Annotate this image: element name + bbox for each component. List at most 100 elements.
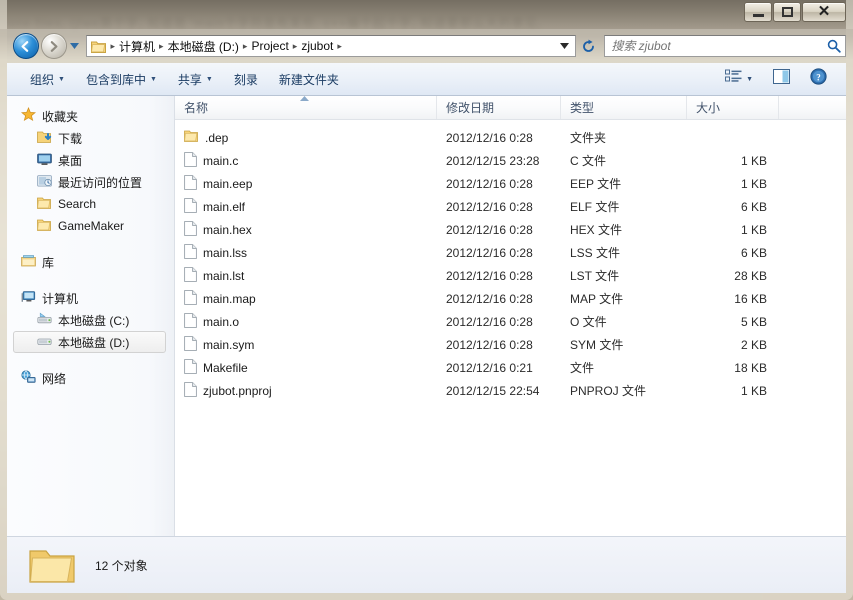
table-row[interactable]: zjubot.pnproj 2012/12/15 22:54 PNPROJ 文件 1 … bbox=[175, 379, 846, 402]
table-row[interactable]: main.c 2012/12/15 23:28 C 文件 1 KB bbox=[175, 149, 846, 172]
file-size-cell: 18 KB bbox=[734, 360, 767, 375]
sidebar-group-favorites[interactable]: 收藏夹 bbox=[7, 105, 174, 127]
file-date-cell: 2012/12/16 0:28 bbox=[446, 176, 533, 191]
address-bar[interactable]: ▸ 计算机 ▸ 本地磁盘 (D:) ▸ Project ▸ zjubot ▸ bbox=[85, 35, 576, 57]
system-drive-icon bbox=[37, 312, 52, 329]
window-controls: ✕ bbox=[744, 2, 846, 22]
star-icon bbox=[20, 106, 37, 125]
table-row[interactable]: main.hex 2012/12/16 0:28 HEX 文件 1 KB bbox=[175, 218, 846, 241]
sidebar-item-recent-places[interactable]: 最近访问的位置 bbox=[7, 171, 174, 193]
status-item-count: 12 个对象 bbox=[95, 558, 148, 573]
table-row[interactable]: main.map 2012/12/16 0:28 MAP 文件 16 KB bbox=[175, 287, 846, 310]
forward-button[interactable] bbox=[40, 33, 67, 59]
sidebar-divider bbox=[7, 237, 174, 251]
search-box[interactable] bbox=[604, 35, 846, 57]
view-mode-button[interactable]: ▼ bbox=[720, 68, 758, 91]
library-icon bbox=[21, 254, 36, 271]
table-row[interactable]: main.eep 2012/12/16 0:28 EEP 文件 1 KB bbox=[175, 172, 846, 195]
search-input[interactable] bbox=[611, 39, 827, 53]
breadcrumb-separator[interactable]: ▸ bbox=[291, 41, 300, 52]
breadcrumb-item-zjubot[interactable]: zjubot bbox=[299, 39, 335, 53]
breadcrumb-separator[interactable]: ▸ bbox=[241, 41, 250, 52]
file-type-cell: C 文件 bbox=[570, 154, 607, 168]
folder-icon bbox=[37, 218, 52, 235]
toolbar-button-organize[interactable]: 组织 ▼ bbox=[21, 68, 74, 91]
file-name-cell[interactable]: main.map bbox=[175, 289, 437, 308]
breadcrumb-separator[interactable]: ▸ bbox=[335, 41, 344, 52]
file-date-cell: 2012/12/16 0:28 bbox=[446, 199, 533, 214]
close-button[interactable]: ✕ bbox=[802, 2, 846, 22]
address-dropdown-icon[interactable] bbox=[559, 42, 573, 51]
column-header-type[interactable]: 类型 bbox=[561, 96, 687, 119]
breadcrumb-separator[interactable]: ▸ bbox=[157, 41, 166, 52]
file-type-cell: 文件 bbox=[570, 361, 595, 375]
toolbar-button-include-in-library[interactable]: 包含到库中 ▼ bbox=[77, 68, 166, 91]
file-list-view[interactable]: 名称 修改日期 类型 大小 .dep 2012/12/16 0:28 文件夹 main… bbox=[175, 96, 846, 536]
file-type-cell: 文件夹 bbox=[570, 131, 607, 145]
breadcrumb-item-computer[interactable]: 计算机 bbox=[117, 38, 157, 55]
breadcrumb-item-drive-d[interactable]: 本地磁盘 (D:) bbox=[166, 38, 241, 55]
sidebar-item-desktop[interactable]: 桌面 bbox=[7, 149, 174, 171]
sidebar-item-gamemaker[interactable]: GameMaker bbox=[7, 215, 174, 237]
search-icon[interactable] bbox=[827, 39, 841, 53]
sidebar-group-label: 库 bbox=[42, 255, 55, 270]
sidebar-item-search[interactable]: Search bbox=[7, 193, 174, 215]
file-name-cell[interactable]: main.elf bbox=[175, 197, 437, 216]
sidebar-group-computer[interactable]: 计算机 bbox=[7, 287, 174, 309]
file-size-cell: 16 KB bbox=[734, 291, 767, 306]
breadcrumb-item-project[interactable]: Project bbox=[249, 39, 290, 53]
table-row[interactable]: main.sym 2012/12/16 0:28 SYM 文件 2 KB bbox=[175, 333, 846, 356]
file-name-cell[interactable]: main.o bbox=[175, 312, 437, 331]
sidebar-item-drive-d[interactable]: 本地磁盘 (D:) bbox=[13, 331, 166, 353]
minimize-button[interactable] bbox=[744, 2, 772, 22]
maximize-button[interactable] bbox=[773, 2, 801, 22]
refresh-button[interactable] bbox=[578, 35, 600, 57]
sidebar-group-libraries[interactable]: 库 bbox=[7, 251, 174, 273]
sidebar-divider bbox=[7, 353, 174, 367]
file-date-cell: 2012/12/15 23:28 bbox=[446, 153, 540, 168]
table-row[interactable]: main.lss 2012/12/16 0:28 LSS 文件 6 KB bbox=[175, 241, 846, 264]
preview-pane-icon bbox=[773, 69, 790, 89]
file-name-cell[interactable]: Makefile bbox=[175, 358, 437, 377]
navigation-pane[interactable]: 收藏夹 下载 桌面 最近访问的位置 Search GameMaker 库 计算机… bbox=[7, 96, 175, 536]
file-name-cell[interactable]: .dep bbox=[175, 129, 437, 146]
preview-pane-button[interactable] bbox=[768, 68, 795, 91]
table-row[interactable]: .dep 2012/12/16 0:28 文件夹 bbox=[175, 126, 846, 149]
file-name-cell[interactable]: zjubot.pnproj bbox=[175, 381, 437, 400]
sidebar-item-drive-c[interactable]: 本地磁盘 (C:) bbox=[7, 309, 174, 331]
table-row[interactable]: main.o 2012/12/16 0:28 O 文件 5 KB bbox=[175, 310, 846, 333]
title-bar[interactable]: ✕ bbox=[0, 0, 853, 29]
file-type-cell: LSS 文件 bbox=[570, 246, 621, 260]
file-name-cell[interactable]: main.sym bbox=[175, 335, 437, 354]
file-name-cell[interactable]: main.eep bbox=[175, 174, 437, 193]
back-button[interactable] bbox=[13, 33, 39, 59]
file-size-cell: 6 KB bbox=[740, 199, 767, 214]
file-name-label: .dep bbox=[205, 130, 229, 145]
history-dropdown-button[interactable] bbox=[69, 42, 79, 51]
file-size-cell: 1 KB bbox=[740, 153, 767, 168]
toolbar-label: 包含到库中 bbox=[85, 72, 146, 87]
file-name-cell[interactable]: main.lst bbox=[175, 266, 437, 285]
help-button[interactable]: ? bbox=[805, 68, 832, 91]
file-name-label: main.hex bbox=[203, 222, 252, 237]
column-header-size[interactable]: 大小 bbox=[687, 96, 779, 119]
table-row[interactable]: Makefile 2012/12/16 0:21 文件 18 KB bbox=[175, 356, 846, 379]
network-icon bbox=[21, 369, 36, 387]
file-name-cell[interactable]: main.c bbox=[175, 151, 437, 170]
toolbar-button-burn[interactable]: 刻录 bbox=[225, 68, 267, 91]
file-name-label: main.lss bbox=[203, 245, 248, 260]
toolbar-button-new-folder[interactable]: 新建文件夹 bbox=[270, 68, 348, 91]
sidebar-group-network[interactable]: 网络 bbox=[7, 367, 174, 389]
table-row[interactable]: main.lst 2012/12/16 0:28 LST 文件 28 KB bbox=[175, 264, 846, 287]
sidebar-divider bbox=[7, 273, 174, 287]
toolbar-button-share[interactable]: 共享 ▼ bbox=[169, 68, 222, 91]
file-name-label: zjubot.pnproj bbox=[203, 383, 272, 398]
file-name-cell[interactable]: main.lss bbox=[175, 243, 437, 262]
file-date-cell: 2012/12/16 0:21 bbox=[446, 360, 533, 375]
file-name-label: main.sym bbox=[203, 337, 255, 352]
file-type-cell: EEP 文件 bbox=[570, 177, 622, 191]
table-row[interactable]: main.elf 2012/12/16 0:28 ELF 文件 6 KB bbox=[175, 195, 846, 218]
column-header-date-modified[interactable]: 修改日期 bbox=[437, 96, 561, 119]
file-name-cell[interactable]: main.hex bbox=[175, 220, 437, 239]
sidebar-item-downloads[interactable]: 下载 bbox=[7, 127, 174, 149]
